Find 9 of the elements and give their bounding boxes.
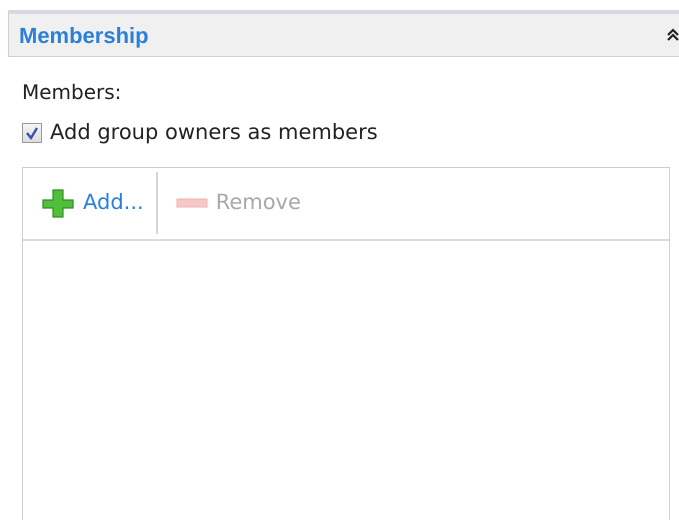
section-title: Membership — [18, 22, 149, 50]
plus-icon — [41, 188, 75, 218]
collapse-icon[interactable] — [666, 28, 679, 42]
add-button[interactable]: Add... — [39, 187, 156, 219]
section-header[interactable]: Membership — [8, 10, 679, 57]
minus-icon — [176, 198, 208, 208]
checkbox-label: Add group owners as members — [50, 119, 378, 146]
checkbox[interactable] — [22, 122, 42, 143]
members-label: Members: — [22, 79, 122, 106]
